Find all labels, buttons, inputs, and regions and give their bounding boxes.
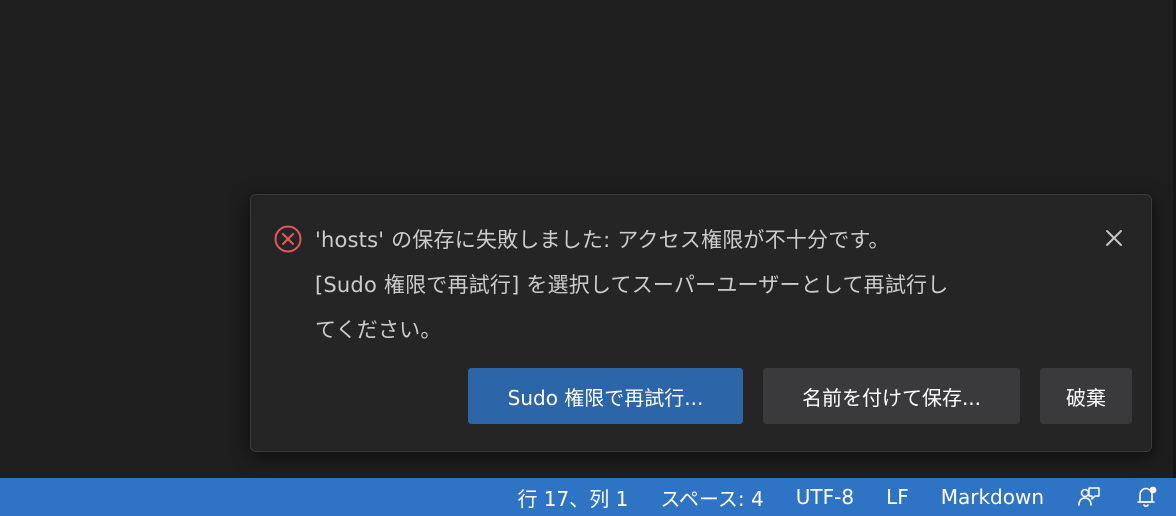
- discard-button[interactable]: 破棄: [1040, 368, 1132, 424]
- status-bar-right-items: 行 17、列 1 スペース: 4 UTF-8 LF Markdown: [501, 478, 1176, 516]
- notifications-bell-icon[interactable]: [1118, 478, 1176, 516]
- language-mode[interactable]: Markdown: [925, 478, 1060, 516]
- notification-message: 'hosts' の保存に失敗しました: アクセス権限が不十分です。 [Sudo …: [315, 218, 1095, 353]
- notification-actions: Sudo 権限で再試行... 名前を付けて保存... 破棄: [468, 368, 1132, 424]
- error-notification: 'hosts' の保存に失敗しました: アクセス権限が不十分です。 [Sudo …: [250, 194, 1152, 452]
- notification-message-line-1: 'hosts' の保存に失敗しました: アクセス権限が不十分です。: [315, 228, 890, 252]
- file-encoding[interactable]: UTF-8: [780, 478, 870, 516]
- error-icon: [274, 225, 302, 253]
- cursor-position[interactable]: 行 17、列 1: [501, 478, 644, 516]
- end-of-line[interactable]: LF: [870, 478, 925, 516]
- notification-message-line-3: てください。: [315, 318, 442, 342]
- notification-message-line-2: [Sudo 権限で再試行] を選択してスーパーユーザーとして再試行し: [315, 273, 949, 297]
- feedback-icon[interactable]: [1060, 478, 1118, 516]
- save-as-button[interactable]: 名前を付けて保存...: [763, 368, 1020, 424]
- indentation-setting[interactable]: スペース: 4: [644, 478, 779, 516]
- retry-as-sudo-button[interactable]: Sudo 権限で再試行...: [468, 368, 743, 424]
- status-bar: 行 17、列 1 スペース: 4 UTF-8 LF Markdown: [0, 478, 1176, 516]
- close-icon[interactable]: [1103, 227, 1125, 249]
